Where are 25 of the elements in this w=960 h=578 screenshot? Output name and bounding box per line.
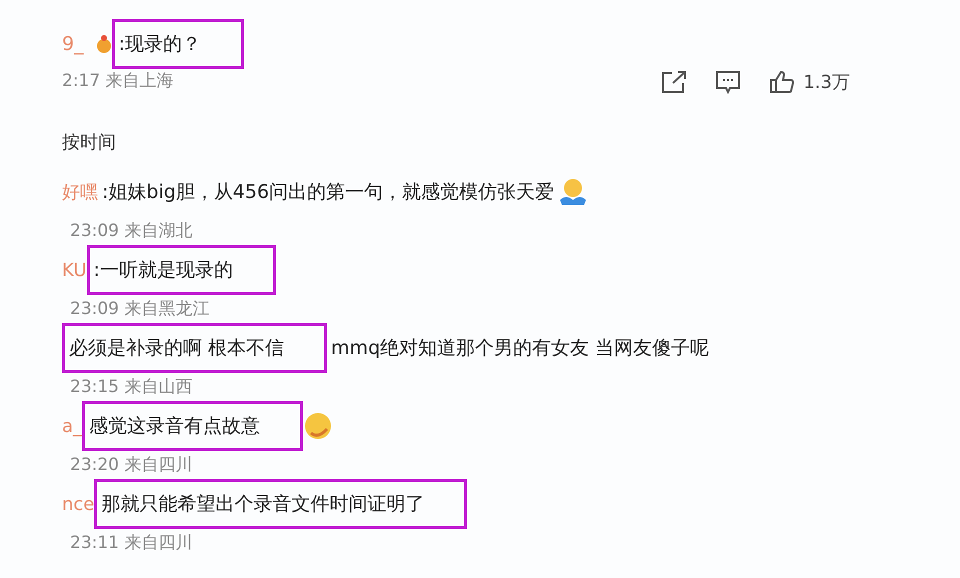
user-name[interactable]: 好嘿 [62,178,98,206]
highlighted-text: 那就只能希望出个录音文件时间证明了 [94,478,468,530]
user-name[interactable]: 9_ [62,30,84,58]
highlighted-text: :一听就是现录的 [86,244,276,296]
emoji-icon [558,178,588,206]
sort-label[interactable]: 按时间 [62,129,116,156]
share-icon[interactable] [661,70,688,94]
emoji-icon [303,411,334,441]
comment-icon[interactable] [715,70,742,94]
like-count: 1.3万 [803,70,850,94]
user-name[interactable]: nce [62,490,94,518]
comment-meta: 23:11 来自四川 [69,532,194,555]
comment-meta: 23:20 来自四川 [69,454,194,477]
highlighted-text: 必须是补录的啊 根本不信 [62,322,328,374]
highlighted-text: 感觉这录音有点故意 [82,400,304,452]
user-name[interactable]: KU [62,256,86,284]
user-name[interactable]: a_ [62,412,82,440]
comment-text: :姐妹big胆，从456问出的第一句，就感觉模仿张天爱 [102,180,554,205]
comment-meta: 2:17 来自上海 [62,70,174,94]
thumbs-up-icon[interactable] [769,70,796,94]
comment-meta: 23:09 来自湖北 [69,220,194,243]
comment-text: mmq绝对知道那个男的有女友 当网友傻子呢 [331,336,710,361]
comment-meta: 23:15 来自山西 [69,376,194,399]
highlighted-text: :现录的？ [112,18,244,70]
comment-meta: 23:09 来自黑龙江 [69,298,210,321]
